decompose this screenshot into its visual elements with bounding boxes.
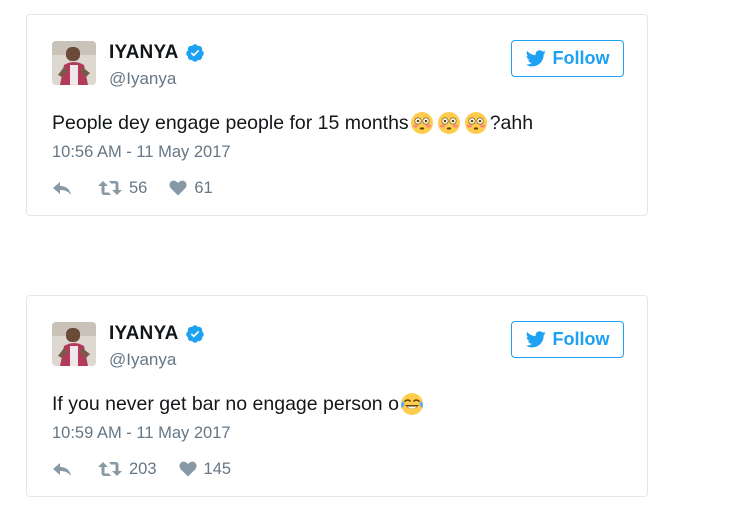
retweet-button[interactable]: 203 [98, 460, 157, 479]
reply-button[interactable] [52, 461, 72, 477]
avatar-image [52, 41, 96, 85]
tweet-body: People dey engage people for 15 months [52, 111, 409, 134]
user-handle[interactable]: @Iyanya [109, 69, 176, 89]
reply-icon [53, 182, 71, 195]
avatar[interactable] [52, 322, 96, 366]
flushed-face-emoji [410, 112, 433, 134]
like-count: 145 [203, 459, 232, 478]
retweet-count: 56 [129, 178, 148, 197]
tweet-text: People dey engage people for 15 months ?… [52, 111, 533, 135]
timestamp[interactable]: 10:59 AM - 11 May 2017 [52, 424, 231, 443]
retweet-icon [98, 462, 122, 476]
reply-icon [53, 463, 71, 476]
heart-icon [169, 180, 187, 196]
heart-icon [179, 461, 197, 477]
face-with-tears-of-joy-emoji [400, 393, 423, 415]
flushed-face-emoji [437, 112, 460, 134]
retweet-count: 203 [129, 459, 157, 478]
retweet-icon [98, 181, 122, 195]
avatar[interactable] [52, 41, 96, 85]
verified-badge-icon [185, 325, 204, 343]
verified-badge-icon [185, 44, 204, 62]
tweet-body: If you never get bar no engage person o [52, 392, 399, 415]
tweet-card-2[interactable]: IYANYA @Iyanya Follow If you never get b… [26, 295, 648, 497]
avatar-image [52, 322, 96, 366]
flushed-face-emoji [464, 112, 487, 134]
follow-label: Follow [552, 329, 610, 349]
follow-button[interactable]: Follow [511, 321, 624, 358]
user-handle[interactable]: @Iyanya [109, 350, 176, 370]
twitter-bird-icon [525, 50, 546, 67]
twitter-bird-icon [525, 331, 546, 348]
timestamp[interactable]: 10:56 AM - 11 May 2017 [52, 143, 231, 162]
reply-button[interactable] [52, 180, 72, 196]
user-name[interactable]: IYANYA [109, 323, 179, 345]
like-button[interactable]: 61 [169, 178, 213, 198]
like-button[interactable]: 145 [179, 459, 232, 479]
tweet-body-suffix: ?ahh [489, 111, 534, 134]
follow-label: Follow [552, 48, 610, 68]
follow-button[interactable]: Follow [511, 40, 624, 77]
like-count: 61 [194, 178, 213, 197]
tweet-text: If you never get bar no engage person o [52, 392, 426, 416]
tweet-card-1[interactable]: IYANYA @Iyanya Follow People dey engage … [26, 14, 648, 216]
retweet-button[interactable]: 56 [98, 179, 147, 198]
user-name[interactable]: IYANYA [109, 42, 179, 64]
